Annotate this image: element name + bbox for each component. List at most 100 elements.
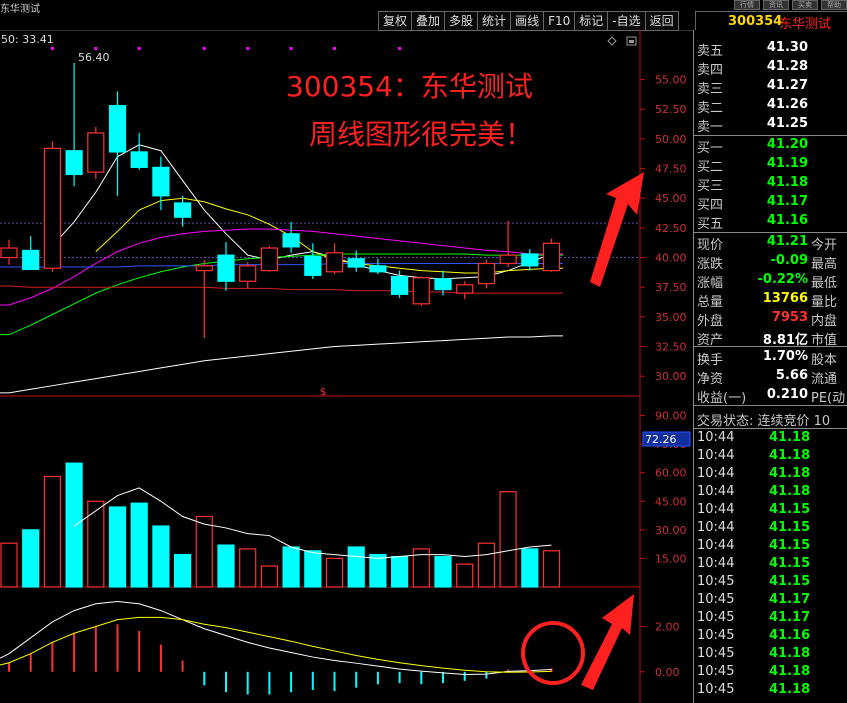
candle (456, 284, 474, 294)
signal-marker (94, 47, 98, 50)
candle (22, 249, 40, 270)
signal-marker (289, 47, 293, 50)
fin-row-value: 0.210 (766, 387, 808, 402)
toolbar-button-mark[interactable]: 标记 (574, 11, 608, 31)
window-icon-inner (629, 40, 634, 43)
candle (174, 202, 192, 218)
candle (0, 247, 18, 259)
tick-row: 10:44 41.18 (694, 430, 847, 448)
ask-row-label: 卖五 (697, 44, 724, 59)
candle (325, 252, 344, 273)
stat-row-right-label: 内盘 (811, 314, 838, 329)
ask-row: 卖二 41.26 (694, 97, 847, 116)
toolbar-button-watchlist[interactable]: -自选 (607, 11, 645, 31)
candle (239, 265, 257, 282)
tick-row-value: 41.15 (769, 502, 811, 517)
volume-bar (456, 563, 474, 588)
toolbar-button-f10[interactable]: F10 (543, 11, 575, 31)
top-button-quote[interactable]: 行情 (734, 0, 760, 10)
stat-row: 总量 13766 量比 (694, 291, 847, 310)
signal-marker (137, 47, 141, 50)
candle (282, 233, 300, 248)
ask-row-value: 41.27 (766, 78, 808, 93)
tick-row: 10:44 41.18 (694, 466, 847, 484)
candle (87, 132, 105, 173)
toolbar-button-draw[interactable]: 画线 (510, 11, 544, 31)
stat-row: 资产 8.81亿 市值 (694, 329, 847, 348)
bid-row-label: 买五 (697, 217, 724, 232)
tick-row-label: 10:45 (697, 682, 735, 697)
macd-lines (0, 601, 552, 676)
volume-bar (369, 554, 387, 588)
stat-row: 涨幅 -0.22% 最低 (694, 272, 847, 291)
volume-bars (0, 462, 561, 588)
ask-row-value: 41.30 (766, 40, 808, 55)
annotation-arrow-macd (581, 594, 634, 690)
tick-row-label: 10:44 (697, 556, 735, 571)
price-tick-label: 42.50 (655, 222, 687, 235)
volume-bar (260, 565, 278, 588)
stock-code-box[interactable]: 300354 东华测试 (695, 11, 847, 32)
signal-marker (50, 47, 54, 50)
tick-row-label: 10:45 (697, 664, 735, 679)
divider (694, 428, 847, 429)
toolbar-button-overlay[interactable]: 叠加 (411, 11, 445, 31)
toolbar-button-multi-stock[interactable]: 多股 (444, 11, 478, 31)
bid-row-value: 41.18 (766, 175, 808, 190)
bid-row: 买二 41.19 (694, 156, 847, 175)
volume-bar (499, 491, 517, 588)
tick-row: 10:45 41.17 (694, 610, 847, 628)
candle (304, 255, 322, 276)
volume-bar (391, 555, 409, 588)
bid-row-label: 买一 (697, 141, 724, 156)
toolbar-button-adjust[interactable]: 复权 (378, 11, 412, 31)
tick-row-label: 10:45 (697, 610, 735, 625)
toolbar-button-back[interactable]: 返回 (644, 11, 679, 31)
bid-row-label: 买四 (697, 198, 724, 213)
price-tick-label: 45.00 (655, 192, 687, 205)
candle (195, 265, 213, 272)
tick-row-label: 10:44 (697, 484, 735, 499)
high-price-marker: 56.40 (78, 51, 110, 64)
ask-row: 卖三 41.27 (694, 78, 847, 97)
candle (391, 275, 409, 295)
stat-row-value: 13766 (762, 291, 808, 306)
top-button-trade[interactable]: 买卖 (792, 0, 818, 10)
toolbar-button-stats[interactable]: 统计 (477, 11, 511, 31)
volume-bar (174, 554, 192, 588)
volume-bar (304, 550, 322, 588)
volume-bar (195, 515, 213, 588)
tick-row-value: 41.18 (769, 466, 811, 481)
ask-row: 卖一 41.25 (694, 116, 847, 135)
signal-marker (333, 47, 336, 50)
kline-chart[interactable]: 55.00 52.50 50.00 47.50 45.00 42.50 40.00 37.50… (0, 30, 693, 703)
candle (260, 247, 278, 272)
stat-row-value: -0.09 (770, 253, 808, 268)
tick-row: 10:45 41.16 (694, 628, 847, 646)
fin-row: 收益(一) 0.210 PE(动 (694, 387, 847, 406)
divider (694, 135, 847, 136)
tick-row: 10:45 41.18 (694, 664, 847, 682)
macd-axis: 2.00 0.00 (640, 620, 680, 679)
bid-row: 买五 41.16 (694, 213, 847, 232)
volume-value-highlight: 72.26 (645, 433, 677, 446)
candle (542, 242, 561, 272)
volume-tick-label: 60.00 (655, 467, 687, 480)
ask-row-label: 卖四 (697, 63, 724, 78)
stat-row-label: 外盘 (697, 314, 724, 329)
tick-row: 10:44 41.15 (694, 556, 847, 574)
bid-row: 买一 41.20 (694, 137, 847, 156)
volume-bar (239, 548, 257, 588)
candle (130, 151, 148, 168)
annotation-line-1: 300354：东华测试 (286, 70, 533, 103)
tick-row: 10:44 41.18 (694, 448, 847, 466)
bid-row-value: 41.16 (766, 213, 808, 228)
tick-row-value: 41.18 (769, 448, 811, 463)
top-button-news[interactable]: 资讯 (763, 0, 789, 10)
volume-bar (217, 544, 235, 588)
stat-row: 涨跌 -0.09 最高 (694, 253, 847, 272)
top-button-help[interactable]: 帮助 (821, 0, 847, 10)
divider (694, 346, 847, 347)
volume-bar (0, 542, 18, 588)
tick-row-value: 41.15 (769, 556, 811, 571)
